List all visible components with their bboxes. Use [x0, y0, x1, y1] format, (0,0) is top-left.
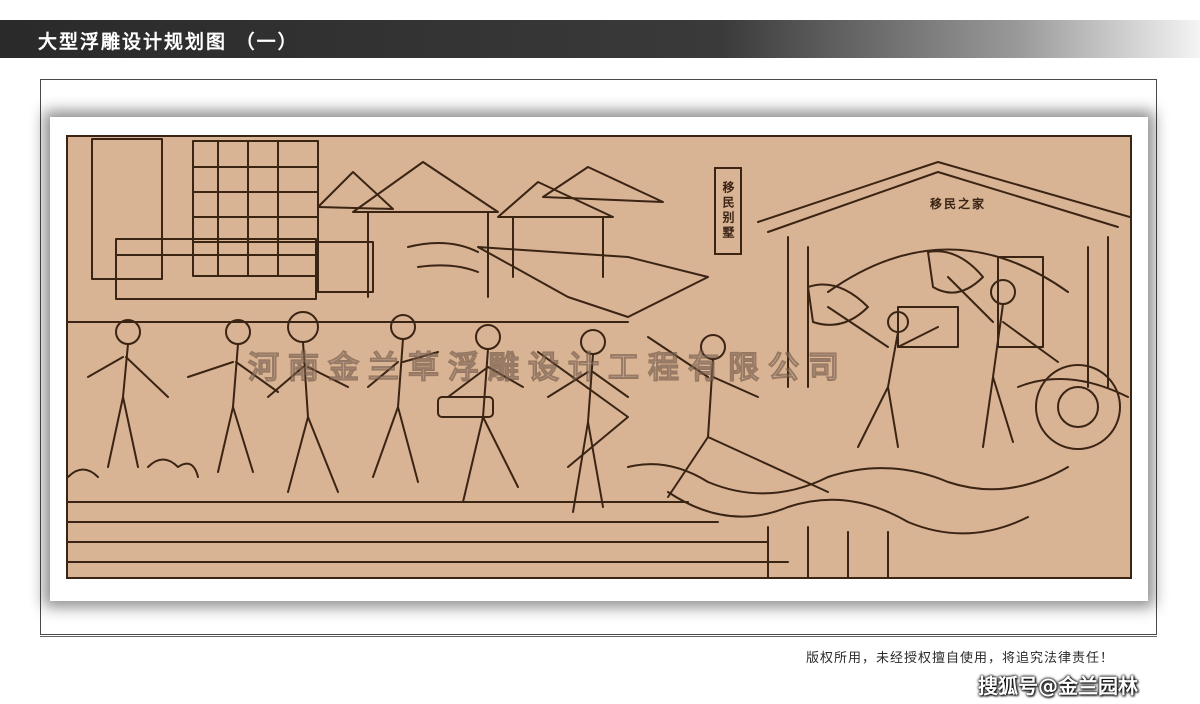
thatched-huts	[317, 161, 664, 298]
relief-artwork: 移民别墅 移民之家 河南金兰草浮雕设计工程有限公司	[66, 135, 1132, 579]
gate-sign: 移民之家	[930, 197, 987, 211]
city-buildings	[91, 138, 374, 300]
copyright-notice: 版权所用，未经授权擅自使用，将追究法律责任！	[806, 651, 1115, 666]
divider	[40, 636, 1157, 637]
watermark: 河南金兰草浮雕设计工程有限公司	[248, 350, 848, 387]
page-title: 大型浮雕设计规划图 （一）	[38, 31, 299, 53]
title-bar: 大型浮雕设计规划图 （一）	[0, 20, 1200, 58]
villa-sign: 移民别墅	[714, 167, 742, 255]
cloud-swirls	[68, 458, 199, 478]
source-watermark: 搜狐号@金兰园林	[978, 674, 1138, 698]
